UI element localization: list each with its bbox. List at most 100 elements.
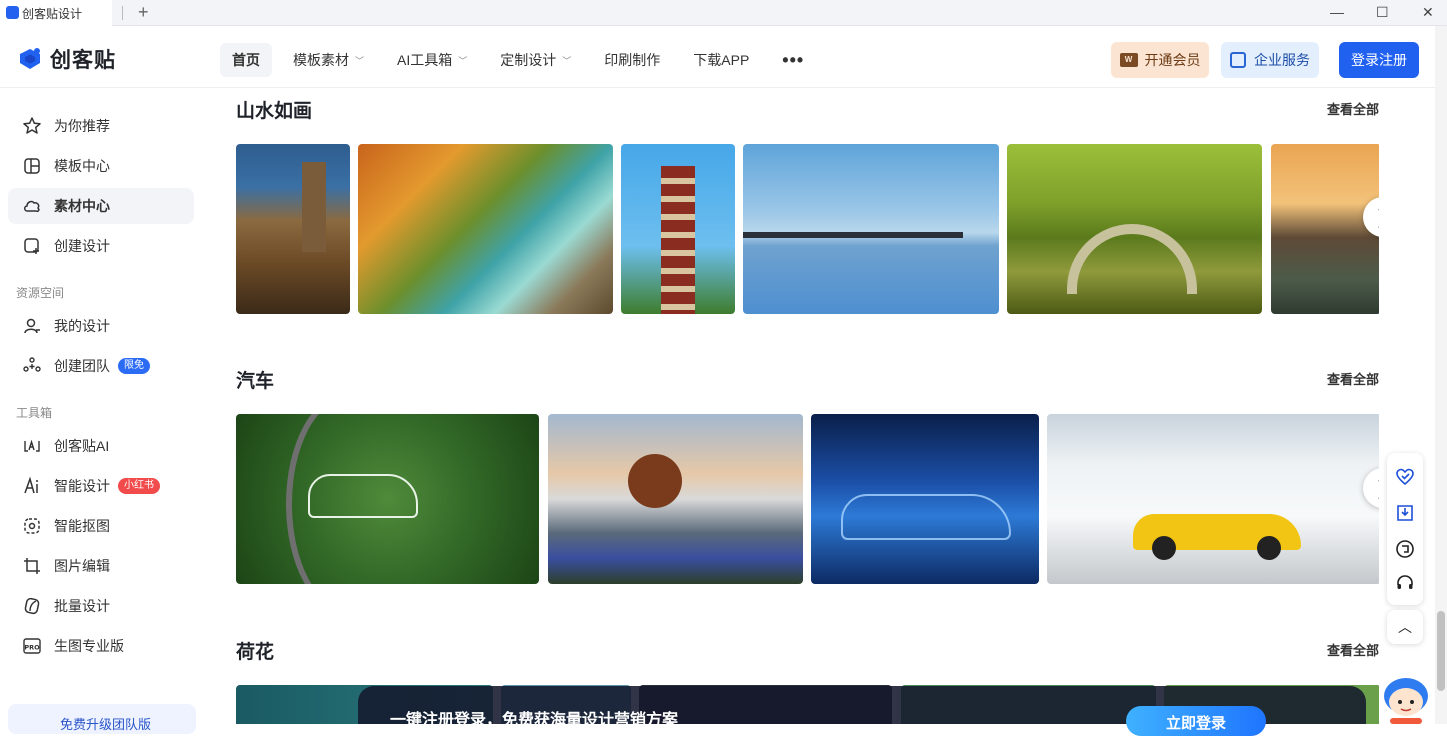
sidebar-item-templates[interactable]: 模板中心 bbox=[8, 148, 194, 184]
landscape-image-stone-arch-bridge[interactable] bbox=[1007, 144, 1262, 314]
sidebar-item-ai[interactable]: 创客贴AI bbox=[8, 428, 194, 464]
sidebar-item-batch-design[interactable]: 批量设计 bbox=[8, 588, 194, 624]
view-all-landscape-link[interactable]: 查看全部 bbox=[1327, 99, 1379, 118]
charging-port-shape bbox=[628, 454, 682, 508]
car-image-forest-ev[interactable] bbox=[236, 414, 539, 584]
star-icon bbox=[23, 117, 41, 134]
sidebar-item-label: 创建团队 bbox=[54, 358, 110, 374]
sidebar-item-label: 素材中心 bbox=[54, 198, 110, 214]
nav-custom-design[interactable]: 定制设计 ﹀ bbox=[488, 43, 583, 77]
arch-shape bbox=[1067, 224, 1197, 294]
pagoda-shape bbox=[661, 166, 695, 314]
landscape-image-lake-bridge[interactable] bbox=[743, 144, 999, 314]
main-nav: 首页 模板素材 ﹀ AI工具箱 ﹀ 定制设计 ﹀ 印刷制作 下载APP ••• bbox=[220, 43, 825, 77]
landscape-image-great-wall[interactable] bbox=[236, 144, 350, 314]
nav-templates[interactable]: 模板素材 ﹀ bbox=[281, 43, 376, 77]
section-title-cars: 汽车 bbox=[236, 371, 275, 392]
crop-icon bbox=[24, 558, 40, 574]
vip-label: 开通会员 bbox=[1144, 52, 1201, 68]
nav-download-app[interactable]: 下载APP bbox=[681, 43, 761, 77]
sidebar-item-label: 智能抠图 bbox=[54, 518, 110, 534]
new-tab-button[interactable]: + bbox=[138, 2, 149, 22]
nav-label: 印刷制作 bbox=[604, 52, 661, 68]
vip-button[interactable]: W 开通会员 bbox=[1111, 42, 1209, 78]
nav-ai-tools[interactable]: AI工具箱 ﹀ bbox=[385, 43, 479, 77]
page-scrollbar[interactable] bbox=[1435, 26, 1447, 724]
banner-text: 一键注册登录，免费获海量设计营销方案 bbox=[390, 712, 679, 729]
mini-program-icon[interactable] bbox=[1395, 539, 1415, 559]
sidebar-item-create[interactable]: 创建设计 bbox=[8, 228, 194, 264]
download-icon[interactable] bbox=[1395, 503, 1415, 523]
sidebar-item-smart-design[interactable]: 智能设计 小红书 bbox=[8, 468, 194, 504]
nav-label: AI工具箱 bbox=[397, 52, 453, 68]
sidebar-item-my-designs[interactable]: 我的设计 bbox=[8, 308, 194, 344]
sidebar-item-label: 我的设计 bbox=[54, 318, 110, 334]
landscape-image-water-town[interactable] bbox=[1271, 144, 1379, 314]
minimize-button[interactable]: — bbox=[1330, 3, 1344, 21]
login-register-button[interactable]: 登录注册 bbox=[1339, 42, 1419, 78]
tab-divider bbox=[122, 6, 123, 20]
sidebar-group-tools: 工具箱 bbox=[16, 406, 53, 420]
sidebar: 为你推荐 模板中心 素材中心 创建设计 资源空间 我的设计 创建团队 限免 工具… bbox=[0, 89, 208, 734]
browser-tab[interactable]: 创客贴设计 bbox=[0, 0, 112, 26]
sidebar-item-label: 创建设计 bbox=[54, 238, 110, 254]
team-icon bbox=[23, 357, 41, 372]
sidebar-item-label: 模板中心 bbox=[54, 158, 110, 174]
landscape-image-pagoda[interactable] bbox=[621, 144, 735, 314]
sidebar-group-resources: 资源空间 bbox=[16, 286, 65, 300]
car-image-charging-port[interactable] bbox=[548, 414, 803, 584]
vip-icon: W bbox=[1119, 53, 1138, 67]
sidebar-item-label: 生图专业版 bbox=[54, 638, 124, 654]
back-to-top-icon[interactable]: ︿ bbox=[1387, 610, 1423, 644]
car-outline-shape bbox=[308, 474, 418, 518]
upgrade-team-button[interactable]: 免费升级团队版 bbox=[8, 704, 196, 734]
sidebar-item-pro-generation[interactable]: PRO 生图专业版 bbox=[8, 628, 194, 664]
mascot-icon[interactable] bbox=[1380, 668, 1432, 724]
section-title-lotus: 荷花 bbox=[236, 642, 275, 663]
sidebar-item-image-edit[interactable]: 图片编辑 bbox=[8, 548, 194, 584]
chevron-down-icon: ﹀ bbox=[562, 55, 572, 66]
free-badge: 限免 bbox=[118, 358, 150, 374]
enterprise-button[interactable]: 企业服务 bbox=[1221, 42, 1319, 78]
customer-service-icon[interactable] bbox=[1395, 573, 1415, 593]
wireframe-car-shape bbox=[841, 494, 1011, 540]
landscape-image-autumn-gorge[interactable] bbox=[358, 144, 613, 314]
tower-shape bbox=[302, 162, 326, 252]
banner-login-button[interactable]: 立即登录 bbox=[1126, 706, 1266, 736]
nav-printing[interactable]: 印刷制作 bbox=[592, 43, 672, 77]
nav-more-icon[interactable]: ••• bbox=[770, 43, 816, 77]
sidebar-item-label: 为你推荐 bbox=[54, 118, 110, 134]
tab-title: 创客贴设计 bbox=[22, 6, 83, 21]
cutout-icon bbox=[24, 518, 40, 534]
bridge-shape bbox=[743, 232, 963, 238]
template-icon bbox=[24, 158, 40, 174]
wheel-shape bbox=[1152, 536, 1176, 560]
site-header: 创客贴 首页 模板素材 ﹀ AI工具箱 ﹀ 定制设计 ﹀ 印刷制作 下载APP •••… bbox=[0, 26, 1435, 88]
sidebar-item-materials[interactable]: 素材中心 bbox=[8, 188, 194, 224]
nav-label: 模板素材 bbox=[293, 52, 349, 68]
sidebar-item-cutout[interactable]: 智能抠图 bbox=[8, 508, 194, 544]
ai-icon bbox=[24, 439, 40, 452]
view-all-cars-link[interactable]: 查看全部 bbox=[1327, 369, 1379, 388]
sidebar-item-create-team[interactable]: 创建团队 限免 bbox=[8, 348, 194, 384]
xiaohongshu-badge: 小红书 bbox=[118, 478, 160, 494]
pro-icon: PRO bbox=[23, 638, 41, 654]
smart-design-icon bbox=[24, 476, 38, 494]
chevron-down-icon: ﹀ bbox=[355, 55, 365, 66]
nav-home[interactable]: 首页 bbox=[220, 43, 272, 77]
logo-icon bbox=[20, 48, 40, 69]
scrollbar-thumb[interactable] bbox=[1437, 611, 1445, 691]
sidebar-item-recommend[interactable]: 为你推荐 bbox=[8, 108, 194, 144]
favorite-check-icon[interactable] bbox=[1395, 467, 1415, 487]
nav-label: 首页 bbox=[232, 52, 260, 68]
maximize-button[interactable]: ☐ bbox=[1376, 3, 1389, 21]
wheel-shape bbox=[1257, 536, 1281, 560]
sidebar-item-label: 智能设计 bbox=[54, 478, 110, 494]
user-icon bbox=[24, 318, 40, 334]
site-logo[interactable]: 创客贴 bbox=[16, 44, 116, 74]
browser-titlebar: 创客贴设计 + — ☐ ✕ bbox=[0, 0, 1447, 26]
car-image-digital-wireframe[interactable] bbox=[811, 414, 1039, 584]
car-image-yellow-sports-car[interactable] bbox=[1047, 414, 1379, 584]
close-window-button[interactable]: ✕ bbox=[1422, 3, 1434, 21]
view-all-lotus-link[interactable]: 查看全部 bbox=[1327, 640, 1379, 659]
